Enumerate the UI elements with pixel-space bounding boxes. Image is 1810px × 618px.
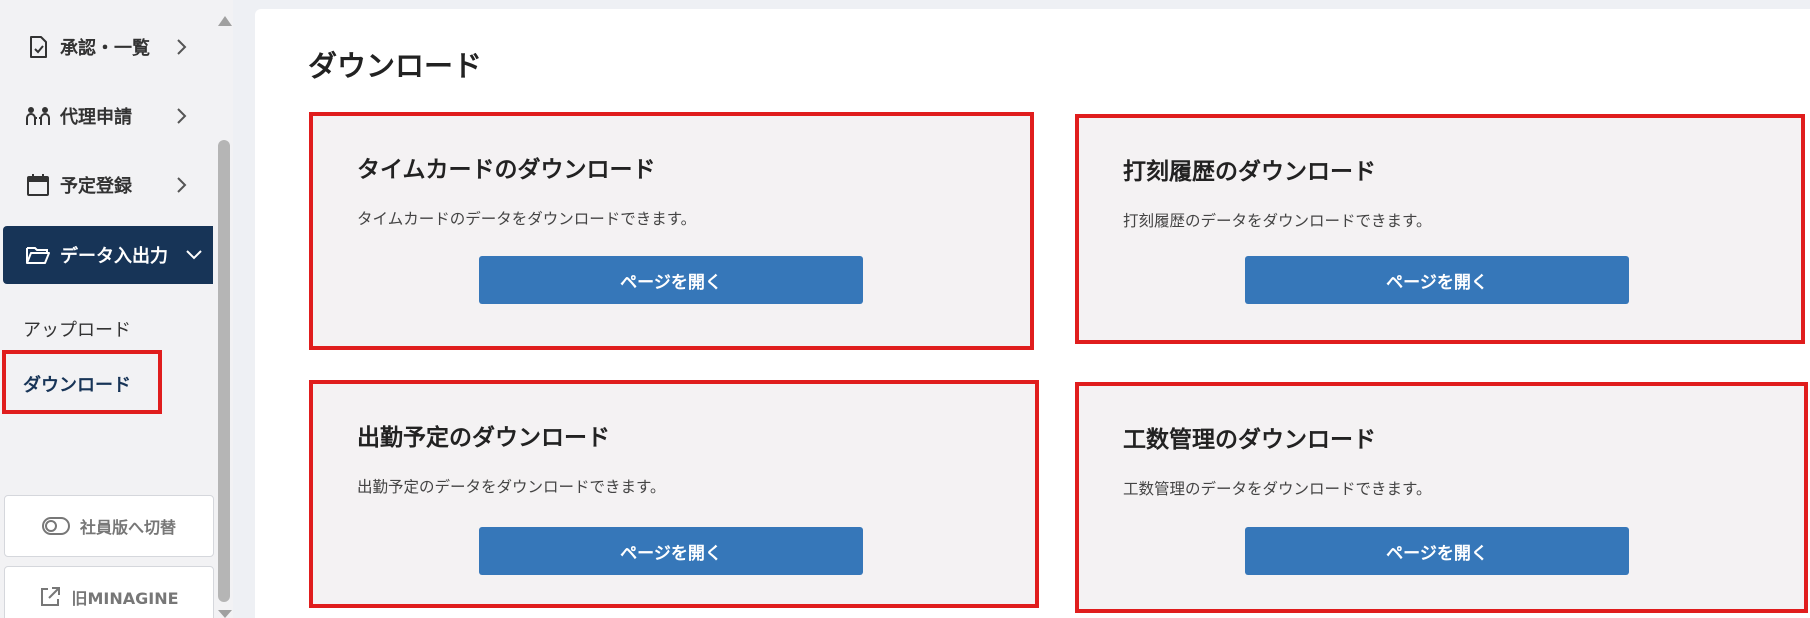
card-title: タイムカードのダウンロード <box>357 157 656 183</box>
scrollbar-thumb[interactable] <box>218 140 230 602</box>
card-attendance-schedule-download: 出勤予定のダウンロード 出勤予定のデータをダウンロードできます。 ページを開く <box>309 380 1039 608</box>
chevron-right-icon <box>171 105 193 127</box>
nav-item-label: データ入出力 <box>60 246 168 267</box>
nav-item-approval-list[interactable]: 承認・一覧 <box>0 17 215 77</box>
external-link-icon <box>39 586 61 608</box>
chevron-right-icon <box>171 36 193 58</box>
card-title: 工数管理のダウンロード <box>1123 427 1376 453</box>
scroll-up-arrow-icon[interactable] <box>218 16 232 26</box>
card-timecard-download: タイムカードのダウンロード タイムカードのデータをダウンロードできます。 ページ… <box>309 112 1034 350</box>
card-description: 打刻履歴のデータをダウンロードできます。 <box>1123 212 1432 230</box>
old-minagine-label: 旧MINAGINE <box>71 589 179 608</box>
sub-item-download[interactable]: ダウンロード <box>23 371 131 397</box>
switch-to-employee-button[interactable]: 社員版へ切替 <box>4 495 214 557</box>
open-page-button[interactable]: ページを開く <box>1245 527 1629 575</box>
sidebar: 承認・一覧 代理申請 予定登録 データ入出力 アップロード ダウンロード 社員版… <box>0 0 215 618</box>
card-stamp-history-download: 打刻履歴のダウンロード 打刻履歴のデータをダウンロードできます。 ページを開く <box>1075 114 1805 344</box>
card-description: 出勤予定のデータをダウンロードできます。 <box>357 478 666 496</box>
toggle-icon <box>41 517 70 535</box>
people-icon <box>24 102 52 130</box>
open-page-button[interactable]: ページを開く <box>479 256 863 304</box>
calendar-icon <box>24 171 52 199</box>
old-minagine-link[interactable]: 旧MINAGINE <box>4 566 214 618</box>
nav-item-data-io[interactable]: データ入出力 <box>3 226 213 284</box>
card-man-hour-download: 工数管理のダウンロード 工数管理のデータをダウンロードできます。 ページを開く <box>1075 382 1808 613</box>
nav-item-label: 代理申請 <box>60 107 132 128</box>
open-page-button[interactable]: ページを開く <box>1245 256 1629 304</box>
nav-item-label: 予定登録 <box>60 176 132 197</box>
card-title: 出勤予定のダウンロード <box>357 425 610 451</box>
page-title: ダウンロード <box>308 49 483 83</box>
nav-item-label: 承認・一覧 <box>60 38 150 59</box>
chevron-down-icon <box>183 244 205 266</box>
switch-to-employee-label: 社員版へ切替 <box>79 518 176 537</box>
scroll-down-arrow-icon[interactable] <box>218 610 232 618</box>
card-title: 打刻履歴のダウンロード <box>1123 159 1376 185</box>
nav-item-schedule[interactable]: 予定登録 <box>0 155 215 215</box>
card-description: タイムカードのデータをダウンロードできます。 <box>357 210 697 228</box>
sub-item-upload[interactable]: アップロード <box>23 316 131 342</box>
nav-item-proxy-request[interactable]: 代理申請 <box>0 86 215 146</box>
open-page-button[interactable]: ページを開く <box>479 527 863 575</box>
card-description: 工数管理のデータをダウンロードできます。 <box>1123 480 1432 498</box>
document-check-icon <box>24 33 52 61</box>
folder-open-icon <box>24 241 52 269</box>
chevron-right-icon <box>171 174 193 196</box>
